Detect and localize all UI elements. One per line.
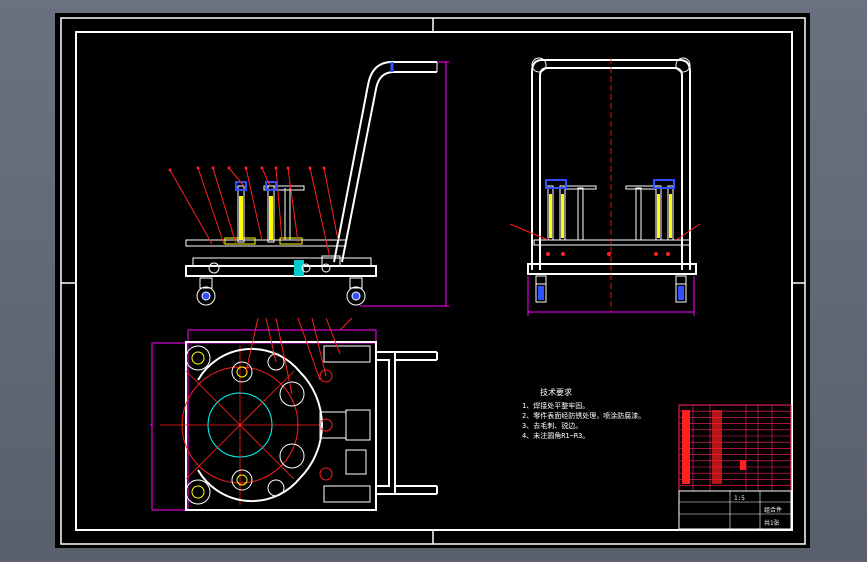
tech-line-2: 2、零件表面经防锈处理，喷涂防腐漆。 (522, 411, 645, 420)
title-material: 组合件 (764, 506, 782, 514)
tech-line-3: 3、去毛刺、锐边。 (522, 421, 582, 430)
tech-line-4: 4、未注圆角R1~R3。 (522, 431, 589, 440)
title-scale: 1:5 (734, 495, 745, 502)
sheet-background (55, 13, 810, 548)
title-sheet: 共1张 (764, 519, 780, 527)
tech-heading: 技术要求 (540, 387, 572, 397)
drawing-sheet: 技术要求 1、焊接处平整牢固。 2、零件表面经防锈处理，喷涂防腐漆。 3、去毛刺… (55, 13, 810, 548)
tech-line-1: 1、焊接处平整牢固。 (522, 401, 589, 410)
